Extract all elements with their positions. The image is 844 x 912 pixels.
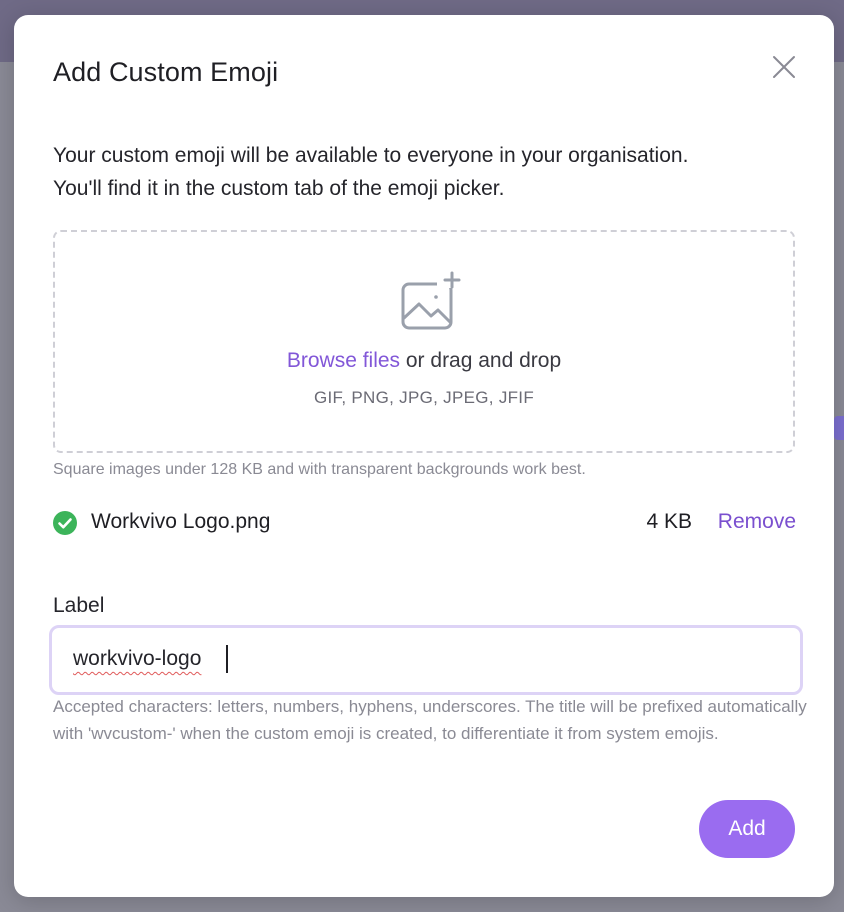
- image-add-icon: [401, 271, 461, 330]
- image-hint: Square images under 128 KB and with tran…: [53, 461, 586, 478]
- dropzone-prompt: Browse files or drag and drop: [55, 349, 793, 373]
- label-field-label: Label: [53, 594, 105, 617]
- close-button[interactable]: [769, 52, 799, 82]
- background-tab: [834, 416, 844, 440]
- remove-file-link[interactable]: Remove: [718, 510, 796, 534]
- drag-drop-text: or drag and drop: [400, 349, 562, 372]
- dialog-title: Add Custom Emoji: [53, 57, 279, 87]
- intro-line-1: Your custom emoji will be available to e…: [53, 144, 689, 167]
- check-circle-icon: [53, 511, 77, 535]
- add-button[interactable]: Add: [699, 800, 795, 858]
- intro-line-2: You'll find it in the custom tab of the …: [53, 177, 505, 200]
- browse-files-link[interactable]: Browse files: [287, 349, 400, 372]
- file-name: Workvivo Logo.png: [91, 510, 271, 533]
- file-dropzone[interactable]: Browse files or drag and drop GIF, PNG, …: [53, 230, 795, 453]
- label-input[interactable]: workvivo-logo: [49, 625, 803, 695]
- file-size: 4 KB: [646, 510, 692, 533]
- text-caret: [226, 645, 228, 673]
- label-input-value: workvivo-logo: [73, 647, 202, 670]
- add-custom-emoji-dialog: Add Custom Emoji Your custom emoji will …: [14, 15, 834, 897]
- uploaded-file-row: Workvivo Logo.png 4 KB Remove: [52, 507, 796, 541]
- accepted-formats: GIF, PNG, JPG, JPEG, JFIF: [313, 388, 535, 407]
- close-icon: [773, 56, 795, 78]
- label-help-text: Accepted characters: letters, numbers, h…: [53, 697, 807, 743]
- dialog-description: Your custom emoji will be available to e…: [53, 139, 798, 205]
